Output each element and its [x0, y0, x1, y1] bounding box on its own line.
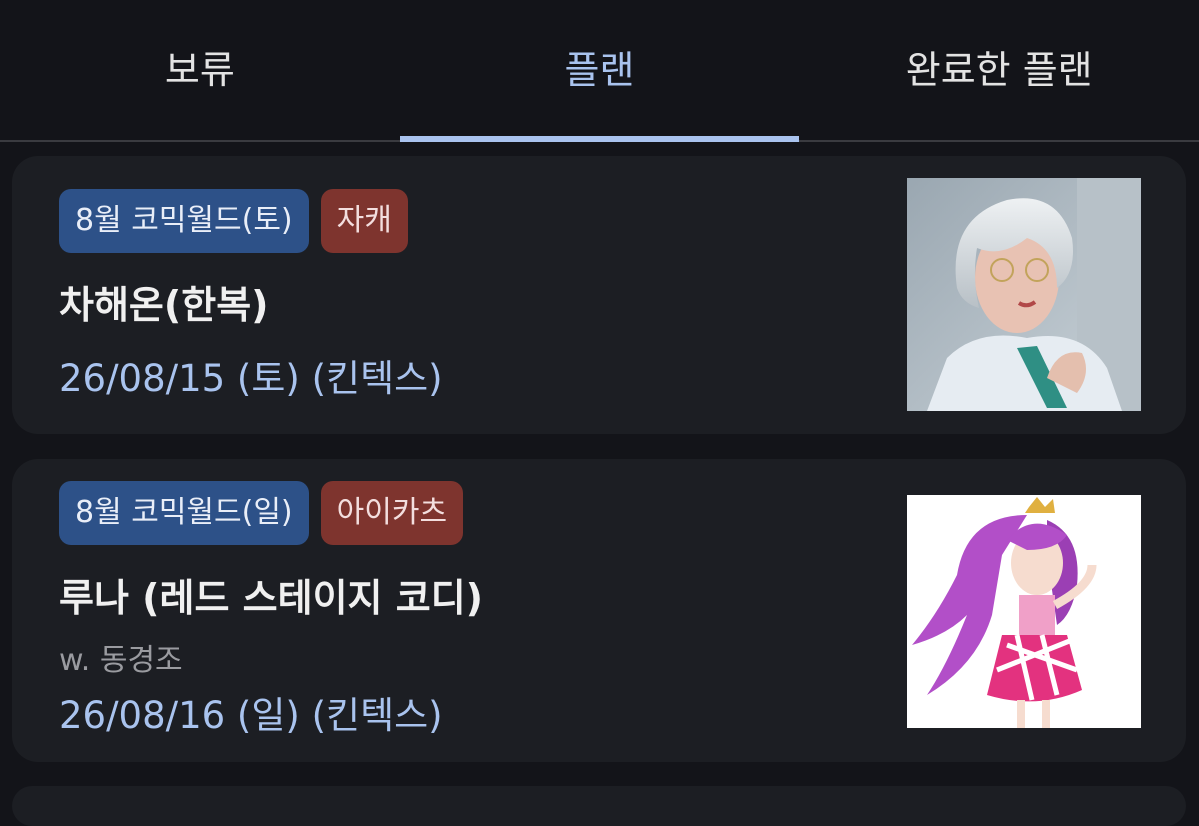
plan-card[interactable]: 8월 코믹월드(토) 자캐 차해온(한복) 26/08/15 (토) (킨텍스) [12, 156, 1186, 434]
event-tag: 8월 코믹월드(토) [59, 189, 309, 253]
plan-title: 차해온(한복) [59, 283, 269, 327]
plan-thumbnail [907, 178, 1141, 411]
tab-plan[interactable]: 플랜 [399, 0, 800, 142]
plan-thumbnail [907, 495, 1141, 728]
event-tag: 8월 코믹월드(일) [59, 481, 309, 545]
cosplay-photo-image [907, 178, 1141, 411]
character-illustration-image [907, 495, 1141, 728]
plan-card[interactable]: 8월 코믹월드(일) 아이카츠 루나 (레드 스테이지 코디) w. 동경조 2… [12, 459, 1186, 762]
plan-date: 26/08/16 (일) (킨텍스) [59, 694, 443, 737]
tab-on-hold[interactable]: 보류 [0, 0, 400, 140]
plan-card-partial[interactable] [12, 786, 1186, 826]
tag-row: 8월 코믹월드(일) 아이카츠 [59, 481, 464, 545]
tab-completed-plan[interactable]: 완료한 플랜 [799, 0, 1199, 140]
plan-companion: w. 동경조 [59, 643, 183, 678]
category-tag: 자캐 [320, 189, 408, 253]
tag-row: 8월 코믹월드(토) 자캐 [59, 189, 408, 253]
plan-date: 26/08/15 (토) (킨텍스) [59, 357, 443, 400]
plan-title: 루나 (레드 스테이지 코디) [59, 576, 484, 620]
category-tag: 아이카츠 [320, 481, 464, 545]
tab-bar: 보류 플랜 완료한 플랜 [0, 0, 1199, 142]
